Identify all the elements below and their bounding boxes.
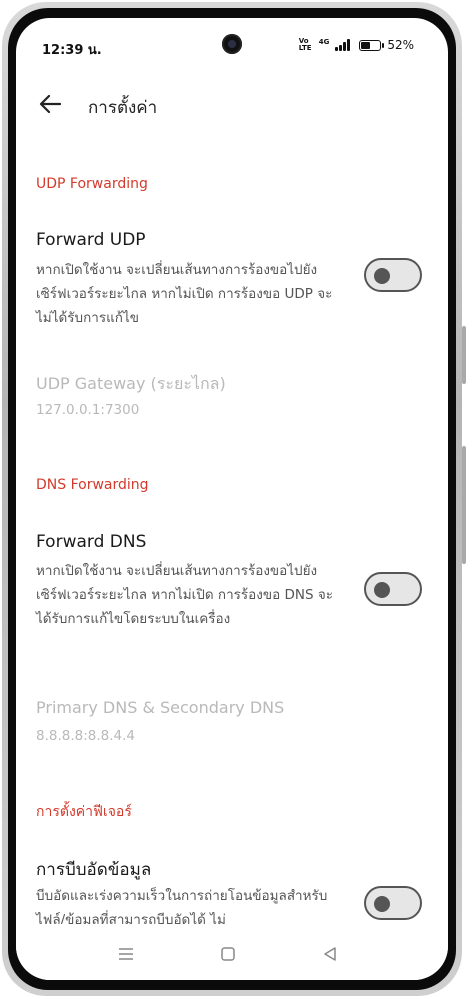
- page-title: การตั้งค่า: [88, 98, 158, 118]
- battery-icon: [359, 39, 385, 51]
- status-time: 12:39 น.: [42, 43, 102, 58]
- status-icons: Vo LTE 4G 52%: [298, 37, 414, 53]
- volume-button: [462, 326, 466, 384]
- forward-udp-toggle[interactable]: [364, 258, 422, 292]
- volte-icon: Vo LTE: [298, 37, 312, 52]
- udp-gateway-value: 127.0.0.1:7300: [36, 402, 140, 418]
- forward-dns-description: หากเปิดใช้งาน จะเปลี่ยนเส้นทางการร้องขอไ…: [36, 563, 334, 627]
- recent-apps-icon[interactable]: [114, 942, 138, 966]
- front-camera: [222, 34, 242, 54]
- network-type: 4G: [318, 38, 330, 46]
- forward-udp-title: Forward UDP: [36, 230, 146, 250]
- screen: 12:39 น. Vo LTE 4G 52% การตั้งค่า UDP Fo…: [16, 18, 448, 980]
- forward-dns-toggle[interactable]: [364, 572, 422, 606]
- compression-title: การบีบอัดข้อมูล: [36, 860, 152, 880]
- back-arrow-icon[interactable]: [36, 90, 64, 118]
- forward-dns-title: Forward DNS: [36, 532, 147, 552]
- home-icon[interactable]: [216, 942, 240, 966]
- section-dns-heading: DNS Forwarding: [36, 477, 149, 493]
- dns-servers-value: 8.8.8.8:8.8.4.4: [36, 728, 136, 744]
- toggle-knob: [374, 582, 390, 598]
- section-udp-heading: UDP Forwarding: [36, 176, 148, 192]
- back-triangle-icon[interactable]: [318, 942, 342, 966]
- power-button: [462, 446, 466, 564]
- navigation-bar: [16, 924, 448, 980]
- toggle-knob: [374, 268, 390, 284]
- dns-servers-title: Primary DNS & Secondary DNS: [36, 698, 285, 717]
- signal-icon: [335, 39, 353, 51]
- toggle-knob: [374, 896, 390, 912]
- status-bar: 12:39 น. Vo LTE 4G 52%: [16, 18, 448, 76]
- udp-gateway-title: UDP Gateway (ระยะไกล): [36, 374, 226, 393]
- section-features-heading: การตั้งค่าฟีเจอร์: [36, 804, 132, 820]
- app-header: การตั้งค่า: [16, 84, 448, 124]
- compression-toggle[interactable]: [364, 886, 422, 920]
- battery-percent: 52%: [387, 38, 414, 52]
- forward-udp-description: หากเปิดใช้งาน จะเปลี่ยนเส้นทางการร้องขอไ…: [36, 262, 333, 326]
- phone-frame: 12:39 น. Vo LTE 4G 52% การตั้งค่า UDP Fo…: [0, 0, 466, 1000]
